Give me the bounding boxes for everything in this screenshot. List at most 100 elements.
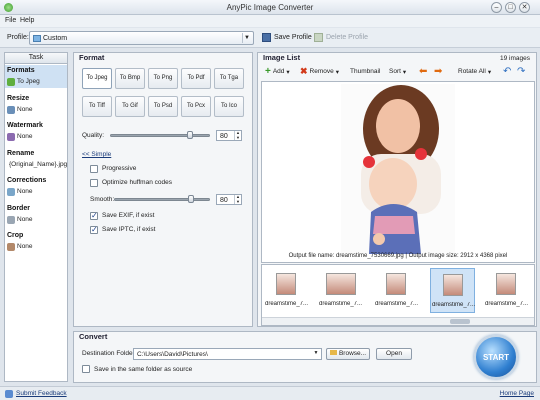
task-crop[interactable]: Crop None <box>5 230 67 253</box>
menu-help[interactable]: Help <box>20 17 34 24</box>
smooth-spinner[interactable]: 80 ▲ ▼ <box>216 194 242 205</box>
to-ico-button[interactable]: To Ico <box>214 96 244 117</box>
thumbnail-scrollbar[interactable] <box>262 317 534 325</box>
task-formats[interactable]: Formats To Jpeg <box>5 65 67 88</box>
chevron-down-icon: ▾ <box>335 68 340 76</box>
thumbnail-item[interactable]: dreamstime_7... <box>484 268 529 313</box>
task-value-row: {Original_Name}.jpg <box>5 159 67 171</box>
simple-link[interactable]: << Simple <box>82 151 111 158</box>
status-bar: Submit Feedback Home Page <box>0 386 540 400</box>
task-rename[interactable]: Rename {Original_Name}.jpg <box>5 148 67 171</box>
thumbnail-item[interactable]: dreamstime_7... <box>264 268 309 313</box>
spin-arrows-icon[interactable]: ▲ ▼ <box>234 130 241 140</box>
profile-select[interactable]: Custom ▼ <box>29 31 254 45</box>
task-corrections[interactable]: Corrections None <box>5 175 67 198</box>
feedback-icon <box>5 390 13 398</box>
image-count: 19 images <box>500 55 530 62</box>
to-jpeg-button[interactable]: To Jpeg <box>82 68 112 89</box>
rotate-left-icon[interactable]: ↶ <box>503 66 511 77</box>
task-value-row: None <box>5 131 67 143</box>
spin-arrows-icon[interactable]: ▲ ▼ <box>234 194 241 204</box>
task-heading: Rename <box>7 150 35 157</box>
to-pcx-button[interactable]: To Pcx <box>181 96 211 117</box>
scrollbar-thumb[interactable] <box>450 319 470 324</box>
to-tiff-button[interactable]: To Tiff <box>82 96 112 117</box>
same-folder-checkbox[interactable] <box>82 365 90 373</box>
quality-slider-thumb[interactable] <box>187 131 193 139</box>
thumbnail-item[interactable]: dreamstime_7... <box>430 268 475 313</box>
chevron-down-icon: ▼ <box>242 33 251 43</box>
move-right-icon[interactable]: ➡ <box>434 66 442 77</box>
smooth-slider[interactable] <box>114 198 210 201</box>
maximize-icon[interactable]: □ <box>505 2 516 13</box>
task-heading: Crop <box>7 232 24 239</box>
profile-label: Profile: <box>7 34 29 41</box>
rotate-right-icon[interactable]: ↷ <box>517 66 525 77</box>
remove-button[interactable]: ✖ Remove ▾ <box>300 66 339 77</box>
to-gif-button[interactable]: To Gif <box>115 96 145 117</box>
iptc-checkbox[interactable] <box>90 225 98 234</box>
preview-photo <box>341 84 455 254</box>
quality-spinner[interactable]: 80 ▲ ▼ <box>216 130 242 141</box>
thumbnail-button[interactable]: Thumbnail <box>350 66 380 77</box>
save-icon <box>262 33 271 42</box>
image-list-title: Image List <box>263 53 301 62</box>
menu-bar: File Help <box>0 15 540 27</box>
task-heading: Border <box>7 205 30 212</box>
dest-folder-value: C:\Users\David\Pictures\ <box>137 351 208 358</box>
task-value-row: None <box>5 186 67 198</box>
move-left-icon[interactable]: ⬅ <box>419 66 427 77</box>
rotate-all-button[interactable]: Rotate All ▾ <box>458 66 491 77</box>
start-label: START <box>482 353 510 362</box>
quality-slider[interactable] <box>110 134 210 137</box>
start-button[interactable]: START <box>474 335 518 379</box>
thumbnail-image <box>443 274 463 296</box>
task-border[interactable]: Border None <box>5 203 67 226</box>
sort-button[interactable]: Sort ▾ <box>389 66 406 77</box>
to-psd-button[interactable]: To Psd <box>148 96 178 117</box>
to-pdf-button[interactable]: To Pdf <box>181 68 211 89</box>
exif-checkbox[interactable] <box>90 211 98 220</box>
same-folder-label: Save in the same folder as source <box>94 366 193 373</box>
to-bmp-button[interactable]: To Bmp <box>115 68 145 89</box>
jpeg-icon <box>7 78 15 86</box>
task-header: Task <box>5 53 67 64</box>
add-label: Add <box>272 68 285 75</box>
to-tga-button[interactable]: To Tga <box>214 68 244 89</box>
border-icon <box>7 216 15 224</box>
profile-icon <box>33 35 41 42</box>
menu-file[interactable]: File <box>5 17 16 24</box>
minimize-icon[interactable]: – <box>491 2 502 13</box>
thumbnail-item[interactable]: dreamstime_7... <box>318 268 363 313</box>
chevron-down-icon: ▾ <box>487 68 492 76</box>
browse-label: Browse... <box>338 350 367 357</box>
thumbnail-caption: dreamstime_7... <box>431 302 476 308</box>
format-panel: Format To Jpeg To Bmp To Png To Pdf To T… <box>73 52 253 327</box>
thumbnail-image <box>386 273 406 295</box>
browse-button[interactable]: Browse... <box>326 348 370 360</box>
to-png-button[interactable]: To Png <box>148 68 178 89</box>
task-resize[interactable]: Resize None <box>5 93 67 116</box>
submit-feedback-link[interactable]: Submit Feedback <box>16 390 67 397</box>
task-value: None <box>17 216 33 223</box>
chevron-down-icon[interactable]: ▼ <box>312 350 320 358</box>
progressive-checkbox[interactable] <box>90 165 98 173</box>
iptc-label: Save IPTC, if exist <box>102 226 156 233</box>
task-value: None <box>17 106 33 113</box>
crop-icon <box>7 243 15 251</box>
delete-icon <box>314 33 323 42</box>
plus-icon: + <box>265 66 271 77</box>
output-info: Output file name: dreamstime_7530669.jpg… <box>288 253 508 259</box>
huffman-checkbox[interactable] <box>90 179 98 187</box>
close-icon[interactable]: ✕ <box>519 2 530 13</box>
home-page-link[interactable]: Home Page <box>500 390 534 397</box>
resize-icon <box>7 106 15 114</box>
smooth-slider-thumb[interactable] <box>187 195 194 203</box>
format-title: Format <box>79 53 105 62</box>
dest-folder-input[interactable]: C:\Users\David\Pictures\ ▼ <box>133 348 322 360</box>
add-button[interactable]: + Add ▾ <box>265 66 290 77</box>
thumbnail-item[interactable]: dreamstime_7... <box>374 268 419 313</box>
task-value-row: None <box>5 104 67 116</box>
task-watermark[interactable]: Watermark None <box>5 120 67 143</box>
open-button[interactable]: Open <box>376 348 412 360</box>
